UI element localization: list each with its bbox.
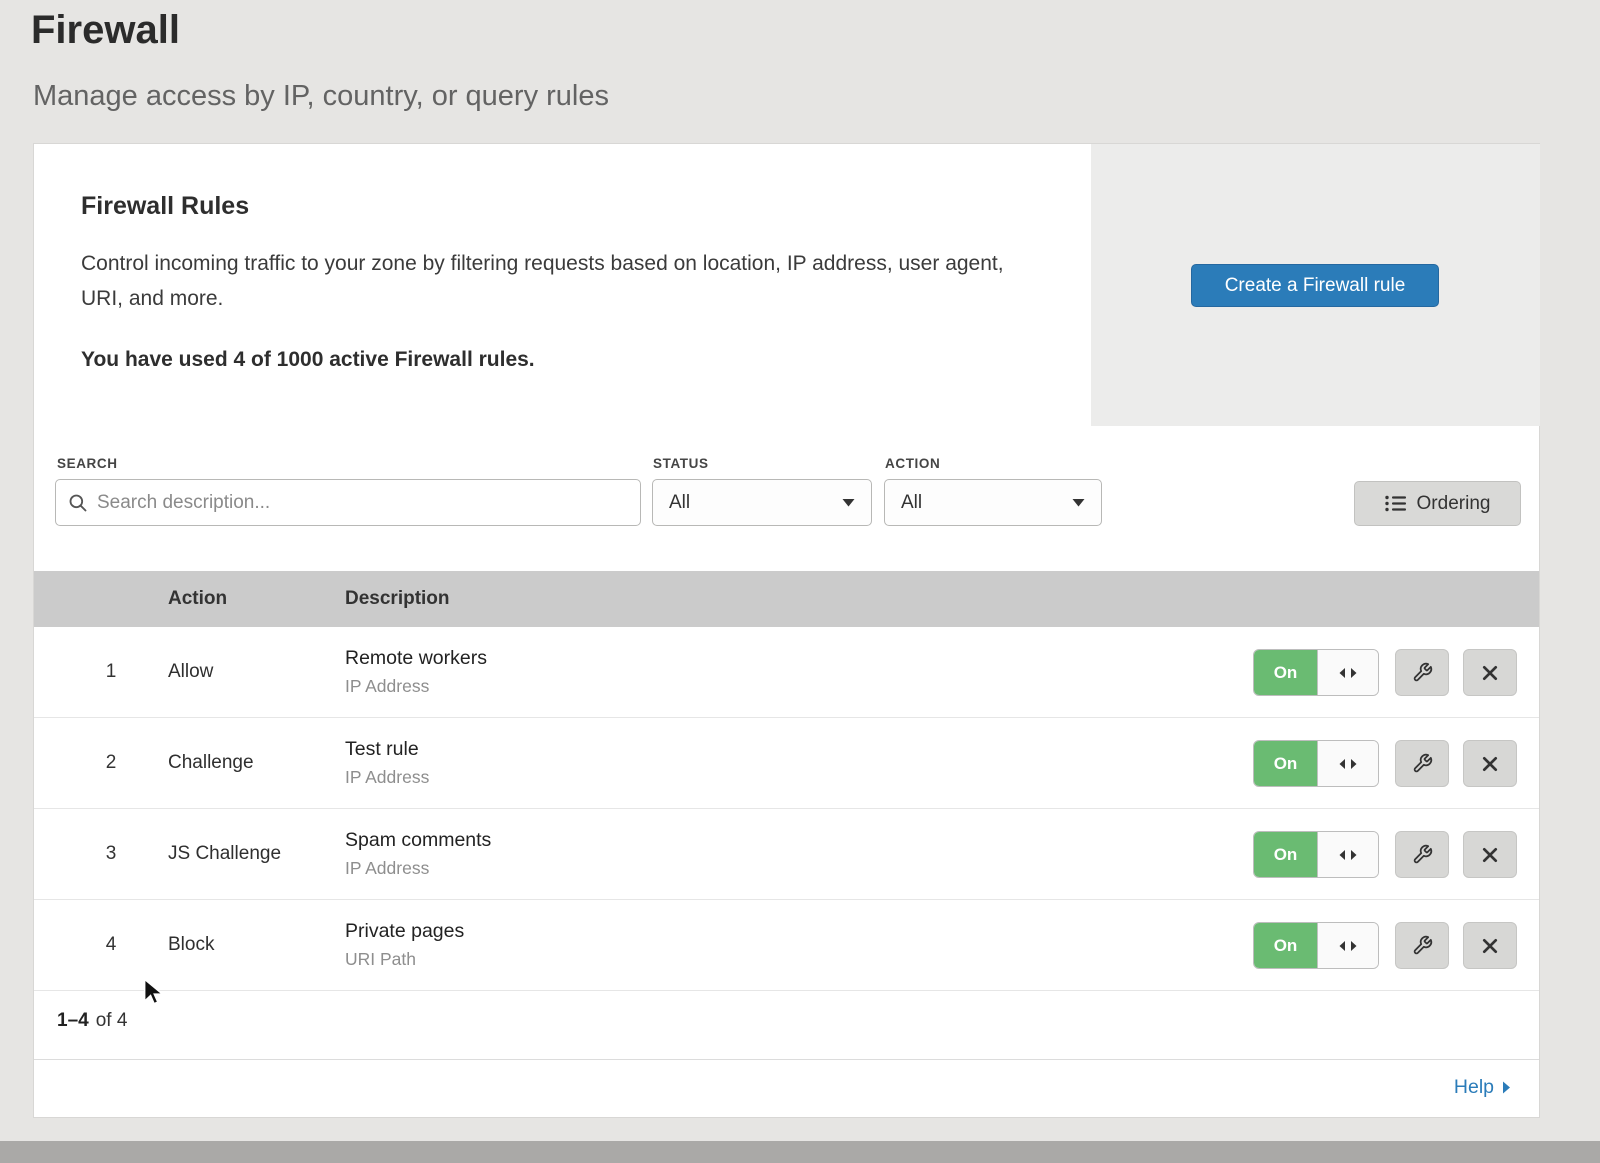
page-title: Firewall [31,8,180,53]
help-row: Help [34,1059,1539,1118]
toggle-on-label[interactable]: On [1254,832,1317,877]
status-select-value: All [669,492,690,514]
toggle-on-label[interactable]: On [1254,741,1317,786]
search-icon [68,493,88,513]
help-link[interactable]: Help [1454,1076,1511,1099]
rules-usage-note: You have used 4 of 1000 active Firewall … [81,348,1091,372]
wrench-icon [1412,844,1433,865]
wrench-icon [1412,662,1433,683]
rules-description: Control incoming traffic to your zone by… [81,247,1026,316]
wrench-icon [1412,753,1433,774]
close-icon [1482,938,1498,954]
rule-enabled-toggle[interactable]: On [1253,649,1379,696]
left-right-arrows-icon [1338,758,1358,770]
table-row: 3 JS Challenge Spam comments IP Address … [34,809,1539,900]
rule-enabled-toggle[interactable]: On [1253,831,1379,878]
toggle-on-label[interactable]: On [1254,923,1317,968]
pagination-total: of 4 [96,1010,128,1031]
action-label: ACTION [885,456,940,471]
arrow-right-icon [1502,1081,1511,1094]
rule-action: Challenge [168,718,254,808]
rule-description: Spam comments IP Address [345,809,491,899]
column-header-description: Description [345,571,450,627]
rule-priority: 1 [86,627,136,717]
toggle-knob[interactable] [1317,741,1378,786]
edit-rule-button[interactable] [1395,831,1449,878]
rule-field-type: IP Address [345,676,487,697]
chevron-down-icon [842,498,855,507]
close-icon [1482,756,1498,772]
firewall-rules-card: Firewall Rules Control incoming traffic … [33,143,1540,1118]
toggle-knob[interactable] [1317,923,1378,968]
status-select[interactable]: All [652,479,872,526]
status-label: STATUS [653,456,709,471]
rule-enabled-toggle[interactable]: On [1253,740,1379,787]
table-row: 2 Challenge Test rule IP Address On [34,718,1539,809]
pagination-summary: 1–4 of 4 [57,1010,127,1032]
pagination-range: 1–4 [57,1010,89,1031]
search-box[interactable] [55,479,641,526]
rule-priority: 3 [86,809,136,899]
toggle-knob[interactable] [1317,650,1378,695]
column-header-action: Action [168,571,227,627]
window-bottom-edge [0,1141,1600,1163]
rule-priority: 4 [86,900,136,990]
toggle-on-label[interactable]: On [1254,650,1317,695]
rule-priority: 2 [86,718,136,808]
search-label: SEARCH [57,456,118,471]
edit-rule-button[interactable] [1395,740,1449,787]
rule-field-type: URI Path [345,949,464,970]
toggle-knob[interactable] [1317,832,1378,877]
help-link-label: Help [1454,1076,1494,1099]
close-icon [1482,847,1498,863]
edit-rule-button[interactable] [1395,922,1449,969]
left-right-arrows-icon [1338,849,1358,861]
rule-action: Allow [168,627,213,717]
rule-description-title: Private pages [345,920,464,943]
delete-rule-button[interactable] [1463,649,1517,696]
rule-field-type: IP Address [345,767,429,788]
rule-description-title: Remote workers [345,647,487,670]
ordering-button-label: Ordering [1417,493,1491,515]
rule-description: Test rule IP Address [345,718,429,808]
chevron-down-icon [1072,498,1085,507]
rules-info-panel: Firewall Rules Control incoming traffic … [34,144,1091,426]
ordering-button[interactable]: Ordering [1354,481,1521,526]
rules-heading: Firewall Rules [81,192,1091,221]
delete-rule-button[interactable] [1463,922,1517,969]
rule-description-title: Test rule [345,738,429,761]
create-firewall-rule-button[interactable]: Create a Firewall rule [1191,264,1439,307]
edit-rule-button[interactable] [1395,649,1449,696]
action-select[interactable]: All [884,479,1102,526]
rule-enabled-toggle[interactable]: On [1253,922,1379,969]
left-right-arrows-icon [1338,940,1358,952]
search-input[interactable] [97,492,628,514]
rule-field-type: IP Address [345,858,491,879]
rule-action: JS Challenge [168,809,281,899]
delete-rule-button[interactable] [1463,740,1517,787]
close-icon [1482,665,1498,681]
table-header: Action Description [34,571,1539,627]
rule-description: Private pages URI Path [345,900,464,990]
delete-rule-button[interactable] [1463,831,1517,878]
rule-description-title: Spam comments [345,829,491,852]
rules-action-panel: Create a Firewall rule [1091,144,1540,426]
wrench-icon [1412,935,1433,956]
left-right-arrows-icon [1338,667,1358,679]
action-select-value: All [901,492,922,514]
rule-action: Block [168,900,214,990]
table-row: 4 Block Private pages URI Path On [34,900,1539,991]
rule-description: Remote workers IP Address [345,627,487,717]
page-subtitle: Manage access by IP, country, or query r… [33,80,609,113]
table-row: 1 Allow Remote workers IP Address On [34,627,1539,718]
ordering-list-icon [1385,495,1406,512]
